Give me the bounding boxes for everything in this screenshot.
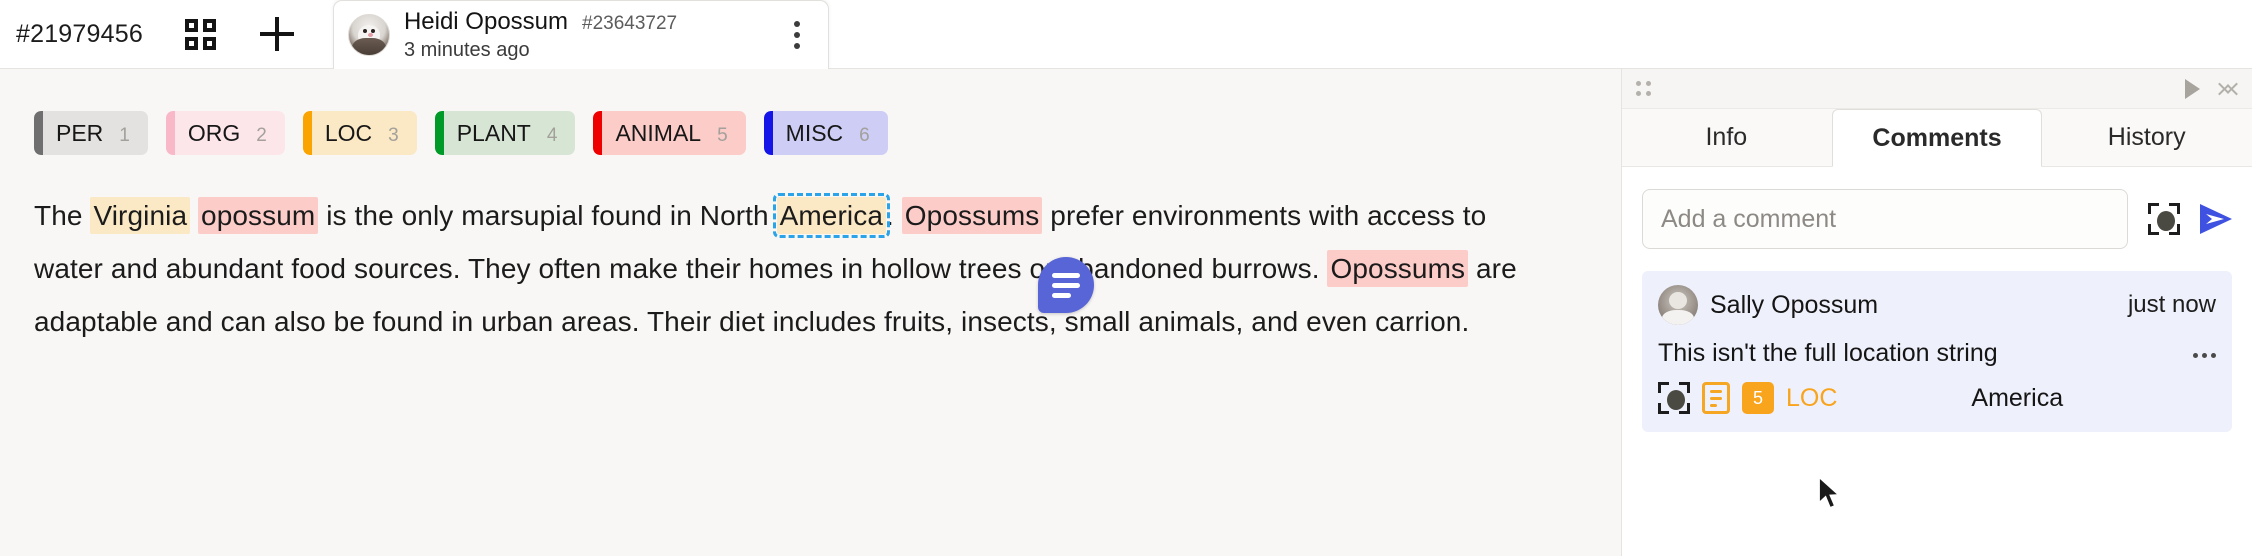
panel-tabs: Info Comments History [1622, 109, 2252, 167]
comment-timestamp: just now [2127, 291, 2216, 318]
label-palette: PER 1 ORG 2 LOC 3 PLANT 4 ANIMAL 5 MISC 6 [34, 111, 1587, 155]
entity-animal[interactable]: Opossums [901, 197, 1043, 234]
avatar [347, 13, 390, 56]
label-chip-index: 5 [717, 125, 728, 146]
comment-avatar [1658, 285, 1698, 325]
text-run: is the only marsupial found in North [318, 200, 777, 231]
comment-author: Sally Opossum [1710, 290, 1879, 319]
text-run [190, 200, 198, 231]
label-chip-index: 2 [256, 125, 267, 146]
panel-body: Sally Opossum just now This isn't the fu… [1622, 167, 2252, 556]
panel-header [1622, 69, 2252, 109]
comment-header: Sally Opossum just now [1658, 285, 2216, 325]
label-chip-name: LOC [324, 120, 373, 146]
grid-apps-glyph [185, 18, 217, 50]
play-next-icon[interactable] [2185, 78, 2200, 99]
document-icon[interactable] [1702, 382, 1730, 414]
label-color-bar [165, 111, 175, 155]
document-text[interactable]: The Virginia opossum is the only marsupi… [34, 189, 1554, 348]
drag-handle-icon[interactable] [1636, 80, 1652, 97]
label-chip-index: 4 [546, 125, 558, 146]
entity-loc-selected[interactable]: America [772, 193, 891, 238]
label-color-bar [302, 111, 312, 155]
annotation-tool-window: #21979456 Heidi Opossum #23643727 3 minu… [0, 0, 2252, 556]
tab-author-name: Heidi Opossum [403, 7, 568, 35]
label-chip-index: 1 [119, 125, 130, 146]
label-chip-name: PLANT [456, 120, 531, 146]
tab-timestamp: 3 minutes ago [403, 38, 530, 61]
tab-task-id: #23643727 [582, 12, 678, 34]
annotation-canvas: PER 1 ORG 2 LOC 3 PLANT 4 ANIMAL 5 MISC 6 The Virgi… [0, 69, 1621, 556]
comment-composer [1642, 189, 2232, 249]
entity-value: America [1971, 383, 2064, 412]
more-options-icon[interactable] [2193, 339, 2216, 358]
label-name[interactable]: LOC [1786, 384, 1837, 413]
label-chip-name: MISC [785, 120, 844, 146]
entity-loc[interactable]: Virginia [90, 197, 191, 234]
kebab-menu-icon[interactable] [784, 9, 810, 61]
label-chip-per[interactable]: PER 1 [34, 111, 148, 155]
label-chip-name: PER [56, 120, 104, 146]
label-chip-animal[interactable]: ANIMAL 5 [593, 111, 746, 155]
label-chip-loc[interactable]: LOC 3 [302, 111, 417, 155]
label-chip-index: 6 [859, 125, 870, 146]
comment-item[interactable]: Sally Opossum just now This isn't the fu… [1642, 271, 2232, 432]
comment-input[interactable] [1642, 189, 2128, 249]
send-icon[interactable] [2200, 204, 2232, 234]
document-tab-text: Heidi Opossum #23643727 3 minutes ago [404, 8, 677, 62]
tab-info[interactable]: Info [1622, 109, 1832, 166]
label-chip-index: 3 [388, 125, 399, 146]
collapse-icon[interactable] [2218, 78, 2238, 100]
comment-bubble-icon[interactable] [1038, 257, 1094, 313]
comment-annotation-ref: 5 LOC America [1658, 382, 2216, 414]
label-index-badge: 5 [1742, 382, 1774, 414]
text-run: The [34, 200, 91, 231]
entity-animal[interactable]: Opossums [1327, 250, 1469, 287]
comment-body-row: This isn't the full location string [1658, 339, 2216, 368]
grid-apps-icon[interactable] [173, 6, 229, 62]
tab-history[interactable]: History [2042, 109, 2252, 166]
label-chip-name: ORG [187, 120, 241, 146]
text-run: . [886, 200, 902, 231]
label-chip-misc[interactable]: MISC 6 [763, 111, 888, 155]
label-color-bar [434, 111, 444, 155]
label-color-bar [593, 111, 603, 155]
tab-comments[interactable]: Comments [1831, 109, 2043, 167]
label-chip-org[interactable]: ORG 2 [165, 111, 285, 155]
label-color-bar [763, 111, 773, 155]
label-chip-name: ANIMAL [615, 120, 702, 146]
entity-animal[interactable]: opossum [198, 197, 319, 234]
label-chip-plant[interactable]: PLANT 4 [434, 111, 576, 155]
plus-icon [259, 17, 294, 51]
region-select-icon[interactable] [1658, 382, 1690, 414]
label-color-bar [34, 111, 43, 155]
top-bar: #21979456 Heidi Opossum #23643727 3 minu… [0, 0, 2252, 69]
add-task-button[interactable] [249, 6, 305, 62]
active-document-tab[interactable]: Heidi Opossum #23643727 3 minutes ago [332, 0, 829, 69]
comment-body: This isn't the full location string [1658, 339, 1998, 367]
side-panel: InfoCommentsHistory Sally Opossum just n… [1621, 69, 2252, 556]
region-select-icon[interactable] [2148, 203, 2180, 235]
document-id: #21979456 [16, 19, 143, 48]
